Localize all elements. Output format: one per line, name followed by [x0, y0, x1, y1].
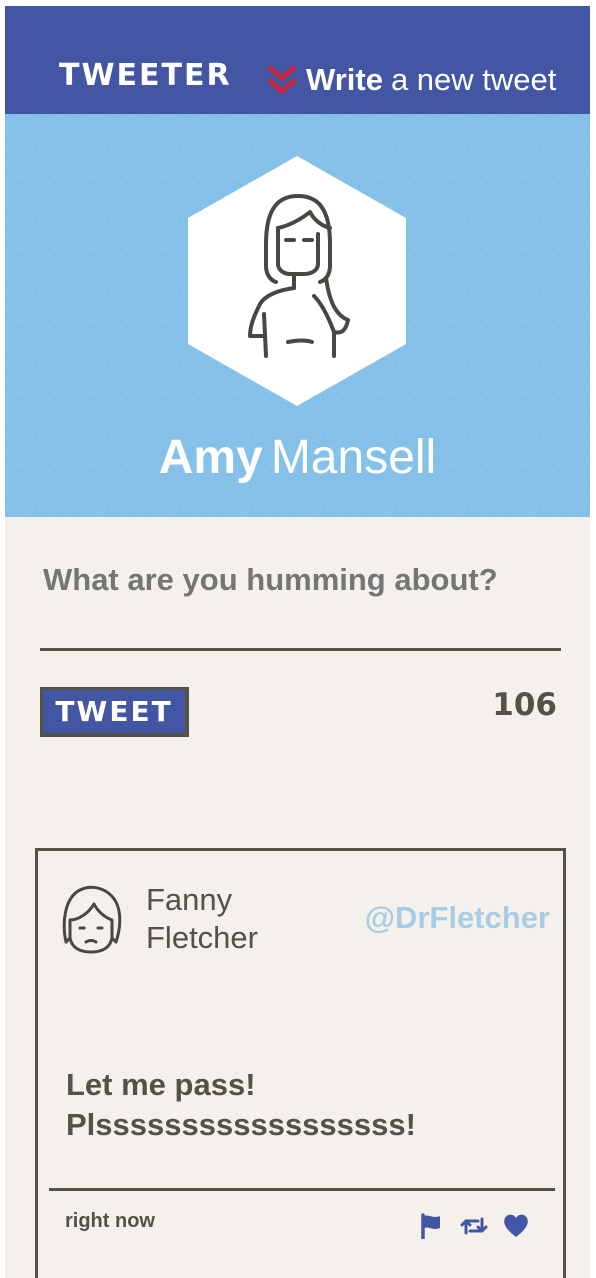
- profile-avatar: [188, 156, 406, 406]
- profile-first-name: Amy: [158, 431, 263, 484]
- character-counter: 106: [492, 687, 557, 723]
- profile-name: Amy Mansell: [5, 430, 590, 485]
- heart-icon[interactable]: [502, 1213, 530, 1239]
- app-frame: TWEETER Write a new tweet Amy Mansell Wh…: [5, 6, 590, 1278]
- top-nav: TWEETER Write a new tweet: [5, 6, 590, 114]
- compose-underline: [40, 648, 561, 651]
- tweet-button[interactable]: TWEET: [40, 687, 189, 737]
- brand-logo[interactable]: TWEETER: [59, 58, 232, 93]
- profile-last-name: Mansell: [270, 431, 437, 484]
- flag-icon[interactable]: [418, 1213, 446, 1239]
- girl-face-avatar-icon: [62, 885, 122, 954]
- tweet-author-name[interactable]: Fanny Fletcher: [146, 881, 296, 957]
- profile-hero: Amy Mansell: [5, 114, 590, 517]
- double-chevron-down-icon: [267, 65, 297, 95]
- tweet-compose-input[interactable]: [43, 562, 553, 598]
- retweet-icon[interactable]: [460, 1213, 488, 1239]
- write-link-strong: Write: [306, 62, 383, 97]
- tweet-author-handle[interactable]: @DrFletcher: [338, 900, 550, 936]
- tweet-text: Let me pass! Plssssssssssssssssss!: [66, 1067, 416, 1142]
- tweet-timestamp: right now: [65, 1210, 155, 1232]
- write-link-rest: a new tweet: [390, 62, 557, 97]
- tweet-footer-divider: [49, 1188, 555, 1191]
- tweet-actions: [418, 1213, 544, 1239]
- write-tweet-link[interactable]: Write a new tweet: [266, 62, 556, 98]
- tweet-card: Fanny Fletcher @DrFletcher Let me pass! …: [35, 848, 566, 1278]
